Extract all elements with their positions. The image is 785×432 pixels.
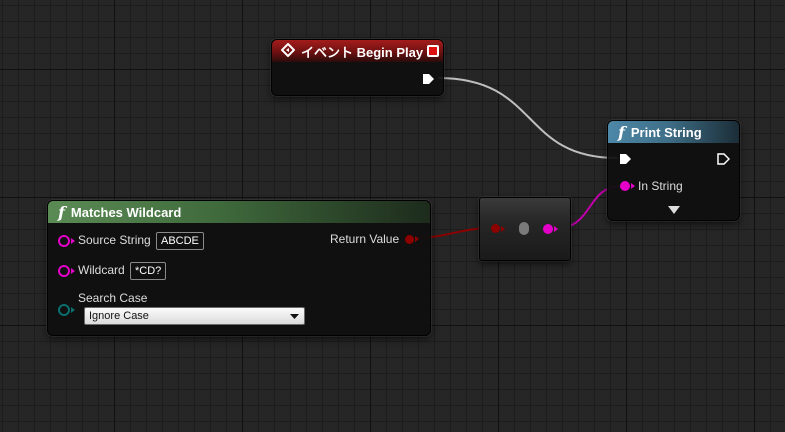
source-string-pin-arrow [71, 238, 75, 244]
exec-out-pin[interactable] [716, 152, 730, 166]
exec-wire[interactable] [437, 77, 618, 159]
event-diamond-icon [280, 42, 296, 60]
in-string-pin[interactable] [620, 181, 630, 191]
wildcard-pin-arrow [71, 268, 75, 274]
print-string-header[interactable]: f Print String [608, 121, 739, 143]
conversion-output-pin-arrow [554, 226, 558, 232]
search-case-pin[interactable] [58, 304, 70, 316]
source-string-pin[interactable] [58, 235, 70, 247]
expand-triangle-icon[interactable] [667, 205, 681, 215]
conversion-input-pin[interactable] [491, 224, 500, 233]
conversion-output-pin[interactable] [543, 224, 553, 234]
matches-wildcard-title: Matches Wildcard [70, 204, 182, 220]
print-string-node[interactable]: f Print String In String [607, 120, 740, 221]
return-value-pin-arrow [415, 236, 419, 242]
wildcard-label: Wildcard [78, 263, 125, 277]
matches-wildcard-header[interactable]: f Matches Wildcard [48, 201, 430, 223]
exec-out-pin[interactable] [421, 72, 435, 86]
source-string-input[interactable]: ABCDE [156, 232, 204, 250]
wildcard-pin[interactable] [58, 265, 70, 277]
wildcard-input[interactable]: *CD? [130, 262, 167, 280]
in-string-label: In String [638, 179, 683, 193]
conversion-node[interactable] [479, 197, 571, 261]
search-case-pin-arrow [71, 307, 75, 313]
delegate-pin-icon[interactable] [427, 45, 439, 57]
search-case-label: Search Case [78, 291, 148, 305]
conversion-knob-icon [519, 222, 529, 235]
search-case-dropdown[interactable]: Ignore Case [84, 307, 305, 325]
function-f-icon: f [618, 122, 625, 142]
conversion-input-pin-arrow [501, 226, 505, 232]
return-value-label: Return Value [330, 232, 400, 246]
return-value-pin[interactable] [405, 235, 414, 244]
source-string-label: Source String [78, 233, 151, 247]
function-f-icon: f [58, 202, 65, 222]
in-string-pin-arrow [631, 183, 635, 189]
event-node-title: イベント Begin Play [301, 44, 424, 60]
event-begin-play-node[interactable]: イベント Begin Play [271, 39, 444, 96]
event-node-header[interactable]: イベント Begin Play [272, 40, 443, 62]
dropdown-arrow-icon [290, 314, 299, 319]
matches-wildcard-node[interactable]: f Matches Wildcard Source String ABCDE W… [47, 200, 431, 336]
print-string-title: Print String [630, 124, 702, 140]
search-case-value: Ignore Case [89, 310, 149, 322]
exec-in-pin[interactable] [618, 152, 632, 166]
